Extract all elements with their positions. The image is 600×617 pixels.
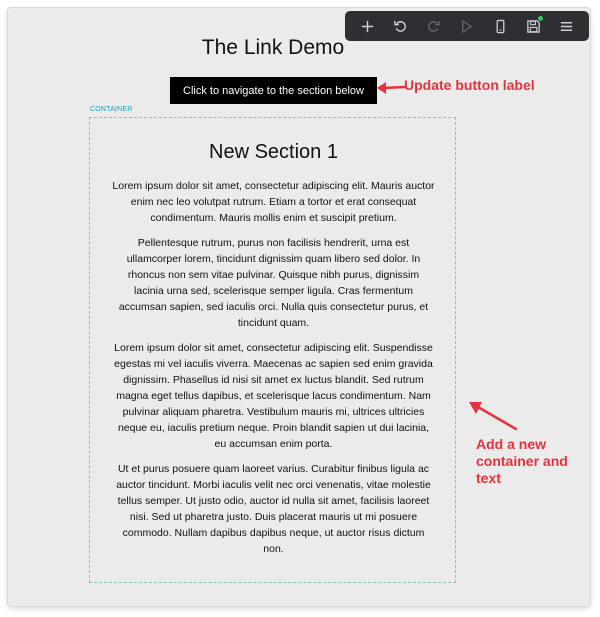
section-heading: New Section 1 bbox=[209, 141, 338, 163]
section-paragraph: Pellentesque rutrum, purus non facilisis… bbox=[118, 236, 429, 330]
annotation-line: text bbox=[476, 470, 501, 486]
add-icon bbox=[361, 20, 374, 32]
annotation-arrow-up-left bbox=[469, 402, 518, 431]
annotation-line: Add a new bbox=[476, 436, 547, 452]
mobile-icon bbox=[496, 19, 505, 33]
undo-icon bbox=[394, 20, 407, 32]
menu-icon bbox=[560, 21, 573, 31]
page-title: The Link Demo bbox=[201, 36, 345, 59]
play-icon bbox=[462, 19, 473, 33]
section-paragraph: Lorem ipsum dolor sit amet, consectetur … bbox=[114, 341, 433, 451]
redo-icon bbox=[428, 20, 441, 32]
annotation-add-container: Add a new container and text bbox=[476, 436, 568, 487]
unsaved-indicator bbox=[538, 16, 544, 21]
section-container[interactable]: New Section 1 Lorem ipsum dolor sit amet… bbox=[89, 117, 456, 583]
navigate-button[interactable]: Click to navigate to the section below bbox=[170, 77, 377, 104]
annotation-update-label: Update button label bbox=[404, 77, 535, 93]
menu-button[interactable] bbox=[553, 13, 579, 39]
section-paragraph: Ut et purus posuere quam laoreet varius.… bbox=[116, 463, 431, 556]
annotation-arrow-left bbox=[377, 82, 407, 94]
section-paragraph: Lorem ipsum dolor sit amet, consectetur … bbox=[112, 180, 435, 225]
annotation-line: container and bbox=[476, 453, 568, 469]
section-body: Lorem ipsum dolor sit amet, consectetur … bbox=[112, 178, 435, 566]
container-label: CONTAINER bbox=[90, 106, 133, 113]
